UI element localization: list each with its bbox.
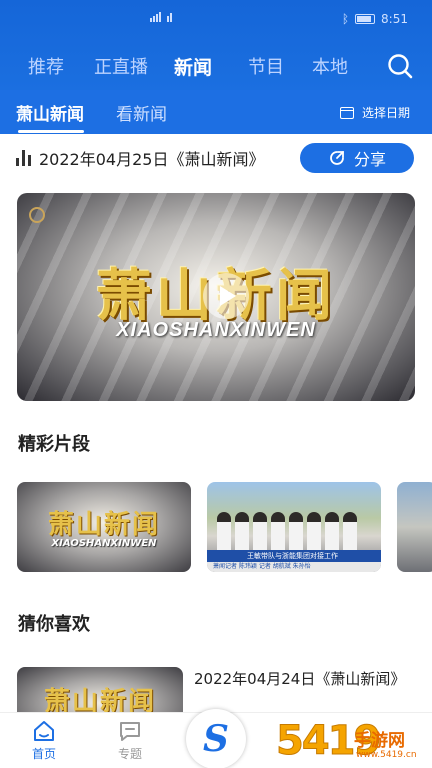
app-logo-button[interactable]: S (186, 709, 246, 768)
status-bar: ᛒ 8:51 (0, 8, 432, 32)
home-icon (34, 721, 54, 741)
clip-caption: 王敏带队与浙能集团对接工作 (207, 550, 381, 562)
episode-title-row: 2022年04月25日《萧山新闻》 分享 (16, 142, 416, 174)
subtab-watch-news[interactable]: 看新闻 (116, 100, 167, 125)
app-logo-icon: S (203, 718, 229, 760)
date-picker-label: 选择日期 (361, 106, 410, 120)
share-button[interactable]: 分享 (300, 143, 414, 173)
status-time: 8:51 (381, 12, 408, 26)
clip-card[interactable]: 萧山新闻 XIAOSHANXINWEN (17, 482, 191, 572)
section-title-highlights: 精彩片段 (18, 434, 90, 455)
subtab-xiaoshan-news[interactable]: 萧山新闻 (16, 100, 84, 125)
chat-icon (120, 722, 140, 741)
nav-home-label: 首页 (31, 747, 56, 761)
nav-topics-label: 专题 (117, 747, 142, 761)
recommend-title[interactable]: 2022年04月24日《萧山新闻》 (194, 668, 405, 689)
section-title-guess: 猜你喜欢 (18, 614, 90, 635)
channel-tab-programs[interactable]: 节目 (248, 53, 284, 79)
top-header: ᛒ 8:51 推荐 正直播 新闻 节目 本地 (0, 0, 432, 90)
status-left (150, 12, 172, 22)
site-watermark: 5419 手游网 www.5419.cn (275, 718, 426, 766)
wifi-icon (167, 12, 172, 22)
share-label: 分享 (353, 150, 386, 169)
channel-tab-live[interactable]: 正直播 (94, 53, 148, 79)
date-picker-button[interactable]: 选择日期 (339, 104, 410, 121)
channel-tabs: 推荐 正直播 新闻 节目 本地 (0, 48, 432, 84)
bluetooth-icon: ᛒ (341, 12, 350, 26)
signal-icon (150, 12, 161, 22)
highlights-carousel: 萧山新闻 XIAOSHANXINWEN 王敏带队与浙能集团对接工作 萧闻记者 陈… (17, 482, 432, 574)
station-logo (29, 207, 45, 223)
bars-icon (16, 150, 31, 166)
sub-tabs: 萧山新闻 看新闻 选择日期 (0, 90, 432, 134)
watermark-url: www.5419.cn (356, 750, 417, 760)
clip-people-image (217, 512, 357, 552)
watermark-text: 手游网 (354, 731, 405, 751)
nav-topics[interactable]: 专题 (100, 719, 160, 762)
main-video-player[interactable]: 萧山新闻 XIAOSHANXINWEN (17, 193, 415, 401)
clip-title-art: 萧山新闻 (47, 510, 160, 540)
clip-card[interactable]: 王敏带队与浙能集团对接工作 萧闻记者 陈玮颖 记者 胡航斌 朱孙怡 (207, 482, 381, 572)
channel-tab-local[interactable]: 本地 (312, 53, 348, 79)
active-tab-indicator (18, 130, 84, 133)
video-pinyin: XIAOSHANXINWEN (116, 319, 316, 341)
status-right: ᛒ 8:51 (342, 12, 408, 26)
channel-tab-news[interactable]: 新闻 (174, 53, 212, 80)
clip-card[interactable] (397, 482, 432, 572)
play-icon[interactable] (203, 273, 249, 319)
battery-icon (355, 14, 376, 24)
calendar-icon (339, 106, 354, 119)
nav-home[interactable]: 首页 (14, 719, 74, 762)
clip-pinyin: XIAOSHANXINWEN (51, 538, 157, 549)
search-icon[interactable] (386, 52, 414, 80)
channel-tab-recommend[interactable]: 推荐 (28, 53, 64, 79)
share-icon (330, 151, 344, 165)
clip-subcaption: 萧闻记者 陈玮颖 记者 胡航斌 朱孙怡 (207, 562, 381, 572)
episode-title: 2022年04月25日《萧山新闻》 (39, 150, 265, 169)
